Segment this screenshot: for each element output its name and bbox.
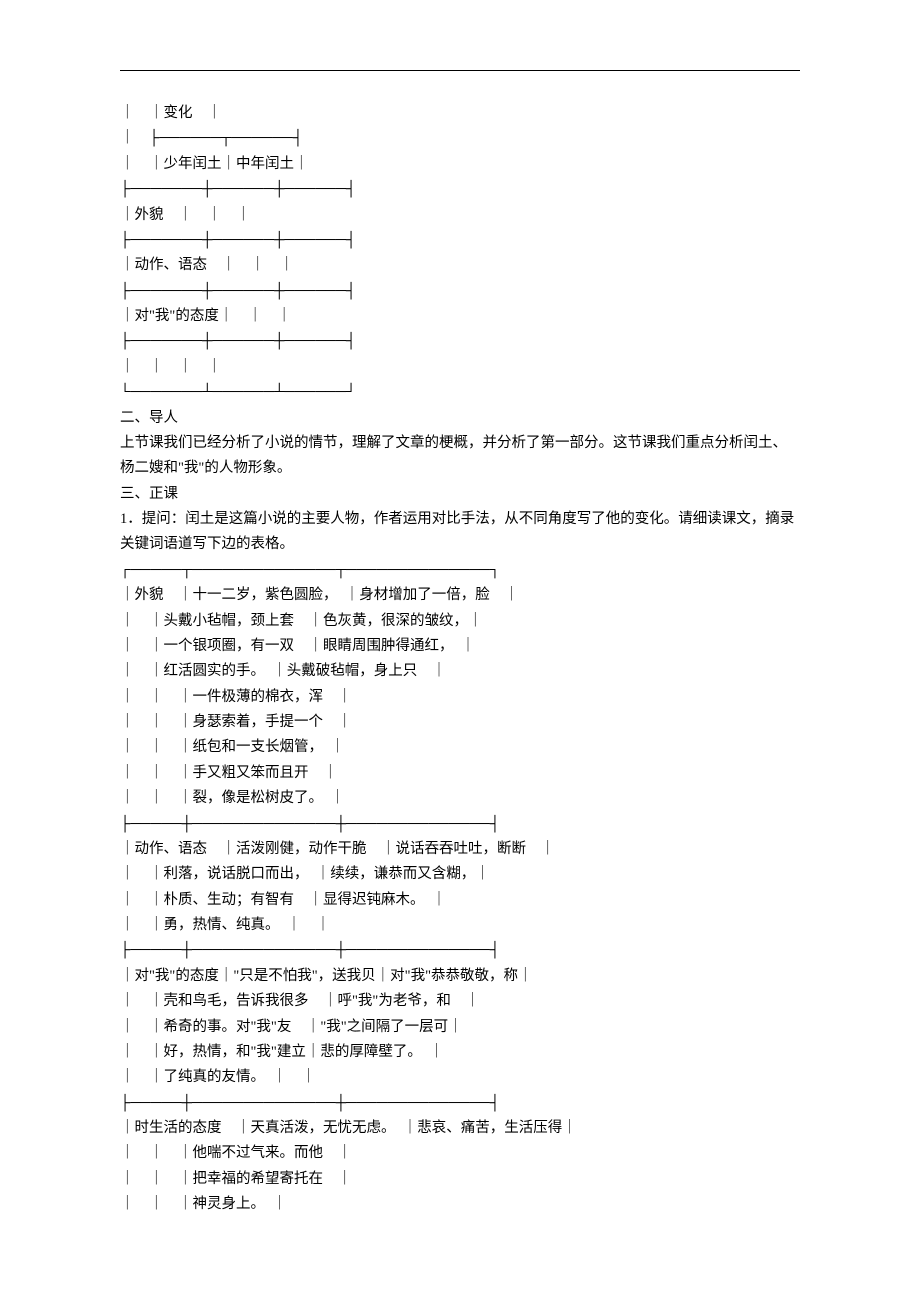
page-container: ｜ ｜变化 ｜ ｜ ├──────┬──────┤ ｜ ｜少年闰土｜中年闰土｜ …: [0, 0, 920, 1258]
table2-row: ｜ ｜ ｜身瑟索着，手提一个 ｜: [120, 710, 800, 735]
table1-row: ├───────┼──────┼──────┤: [120, 177, 800, 202]
table1-row: ├───────┼──────┼──────┤: [120, 279, 800, 304]
table2-row: ｜ ｜ ｜神灵身上。 ｜: [120, 1192, 800, 1217]
table2-row: ｜动作、语态 ｜活泼刚健，动作干脆 ｜说话吞吞吐吐，断断 ｜: [120, 837, 800, 862]
table2-row: ｜ ｜ ｜把幸福的希望寄托在 ｜: [120, 1167, 800, 1192]
table2-row: ｜ ｜ ｜一件极薄的棉衣，浑 ｜: [120, 685, 800, 710]
table2-row: ├─────┼──────────────┼──────────────┤: [120, 938, 800, 963]
table2-row: ┌─────┬──────────────┬──────────────┐: [120, 558, 800, 583]
table2-row: ｜ ｜勇，热情、纯真。 ｜ ｜: [120, 913, 800, 938]
table1-row: ｜动作、语态 ｜ ｜ ｜: [120, 253, 800, 278]
table2-row: ｜ ｜好，热情，和"我"建立｜悲的厚障壁了。 ｜: [120, 1040, 800, 1065]
table2-row: ｜ ｜ ｜裂，像是松树皮了。 ｜: [120, 786, 800, 811]
table2-row: ｜ ｜ ｜手又粗又笨而且开 ｜: [120, 761, 800, 786]
table2-row: ｜ ｜利落，说话脱口而出， ｜续续，谦恭而又含糊，｜: [120, 862, 800, 887]
table1-row: ｜ ｜变化 ｜: [120, 101, 800, 126]
table2-row: ｜时生活的态度 ｜天真活泼，无忧无虑。 ｜悲哀、痛苦，生活压得｜: [120, 1116, 800, 1141]
table2-row: ｜ ｜壳和鸟毛，告诉我很多 ｜呼"我"为老爷，和 ｜: [120, 989, 800, 1014]
table1-row: ｜对"我"的态度｜ ｜ ｜: [120, 304, 800, 329]
heading-3: 三、正课: [120, 482, 800, 507]
table2-row: ｜ ｜头戴小毡帽，颈上套 ｜色灰黄，很深的皱纹，｜: [120, 609, 800, 634]
paragraph-question: 1．提问：闰土是这篇小说的主要人物，作者运用对比手法，从不同角度写了他的变化。请…: [120, 507, 800, 558]
heading-2: 二、导人: [120, 406, 800, 431]
table1-row: ├───────┼──────┼──────┤: [120, 329, 800, 354]
table2-row: ｜ ｜一个银项圈，有一双 ｜眼睛周围肿得通红， ｜: [120, 634, 800, 659]
table2-row: ｜外貌 ｜十一二岁，紫色圆脸， ｜身材增加了一倍，脸 ｜: [120, 583, 800, 608]
table1-row: ├───────┼──────┼──────┤: [120, 228, 800, 253]
table2-row: ｜ ｜希奇的事。对"我"友 ｜"我"之间隔了一层可｜: [120, 1015, 800, 1040]
table2-row: ｜ ｜红活圆实的手。 ｜头戴破毡帽，身上只 ｜: [120, 659, 800, 684]
table1-row: └───────┴──────┴──────┘: [120, 380, 800, 405]
paragraph-intro: 上节课我们已经分析了小说的情节，理解了文章的梗概，并分析了第一部分。这节课我们重…: [120, 431, 800, 482]
header-rule: [120, 70, 800, 71]
table2-row: ｜对"我"的态度｜"只是不怕我"，送我贝｜对"我"恭恭敬敬，称｜: [120, 964, 800, 989]
table2-row: ｜ ｜了纯真的友情。 ｜ ｜: [120, 1065, 800, 1090]
table2-row: ├─────┼──────────────┼──────────────┤: [120, 1091, 800, 1116]
table1-row: ｜外貌 ｜ ｜ ｜: [120, 203, 800, 228]
table2-row: ├─────┼──────────────┼──────────────┤: [120, 812, 800, 837]
table2-row: ｜ ｜ ｜他喘不过气来。而他 ｜: [120, 1141, 800, 1166]
table2-row: ｜ ｜ ｜纸包和一支长烟管， ｜: [120, 735, 800, 760]
table1-row: ｜ ｜ ｜ ｜: [120, 355, 800, 380]
table1-row: ｜ ├──────┬──────┤: [120, 126, 800, 151]
table2-row: ｜ ｜朴质、生动；有智有 ｜显得迟钝麻木。 ｜: [120, 888, 800, 913]
table1-row: ｜ ｜少年闰土｜中年闰土｜: [120, 152, 800, 177]
